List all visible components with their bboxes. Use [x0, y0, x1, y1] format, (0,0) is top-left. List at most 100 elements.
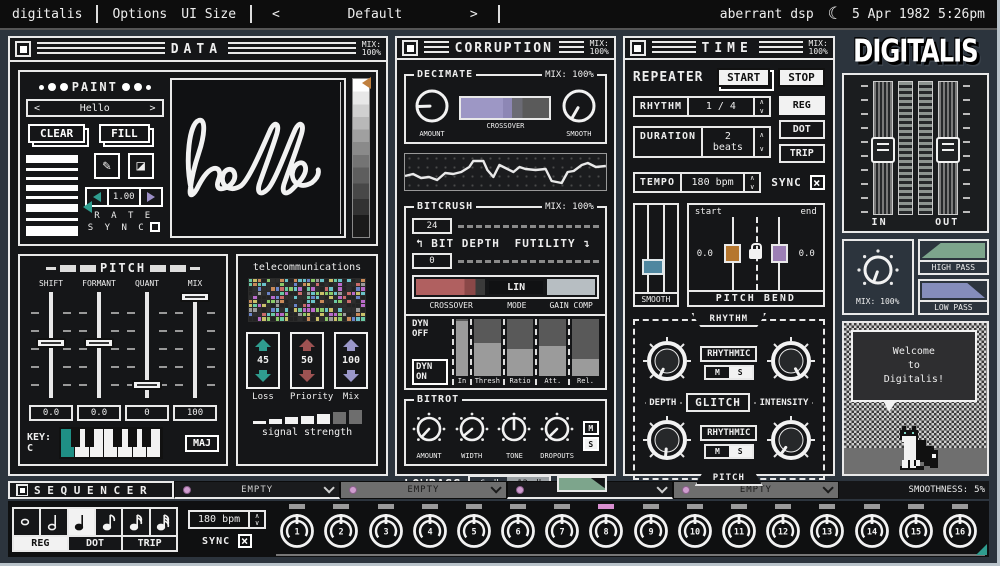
time-mode-dot[interactable]: DOT [778, 120, 825, 139]
preset-next-button[interactable]: > [464, 7, 484, 22]
step-knob-3[interactable]: 3 [367, 504, 405, 551]
step-knob-4[interactable]: 4 [411, 504, 449, 551]
glitch-rhythm-rhythmic-button[interactable]: RHYTHMIC [700, 346, 758, 362]
output-fader-handle[interactable] [935, 137, 960, 164]
rhythm-down[interactable]: ∨ [755, 107, 769, 116]
decimate-crossover-display[interactable]: CROSSOVER [459, 96, 552, 130]
glitch-pitch-depth-knob[interactable] [641, 414, 693, 470]
piano-key-selector[interactable] [59, 427, 164, 459]
sequencer-slot-1[interactable]: EMPTY [174, 481, 341, 499]
repeater-stop-button[interactable]: STOP [778, 68, 825, 87]
dyn-fader-att[interactable]: Att. [535, 319, 568, 385]
step-knob-12[interactable]: 12 [764, 504, 802, 551]
bitrot-s-button[interactable]: S [582, 437, 599, 451]
brush-size-option[interactable] [26, 217, 78, 221]
global-mix-knob[interactable]: MIX: 100% [841, 239, 914, 315]
slider-track[interactable] [29, 290, 73, 400]
knob[interactable] [414, 88, 450, 128]
smooth-slider-handle[interactable] [641, 258, 664, 275]
paint-canvas[interactable] [169, 78, 346, 238]
time-mix-readout[interactable]: MIX: 100% [809, 40, 828, 56]
clear-button[interactable]: CLEAR [28, 124, 86, 143]
paint-preset-next[interactable]: > [143, 103, 161, 114]
repeater-start-button[interactable]: START [717, 68, 771, 87]
data-mix-readout[interactable]: MIX: 100% [362, 41, 381, 57]
glitch-rhythm-intensity-knob[interactable] [765, 335, 817, 391]
glitch-rhythm-m[interactable]: M [706, 367, 729, 378]
sequencer-sync-checkbox[interactable]: × [238, 534, 253, 548]
threshold-gradient-slider[interactable] [351, 77, 371, 238]
glitch-rhythm-depth-knob[interactable] [641, 335, 693, 391]
tempo-value[interactable]: 180 bpm [681, 172, 746, 193]
slider-handle[interactable] [180, 291, 210, 302]
bitrot-tone-knob[interactable]: TONE [497, 412, 531, 460]
step-knob-15[interactable]: 15 [897, 504, 935, 551]
sequencer-mode-reg[interactable]: REG [14, 536, 69, 550]
scale-button[interactable]: MAJ [184, 434, 219, 452]
pitchbend-end-handle[interactable] [771, 244, 789, 263]
glitch-pitch-m[interactable]: M [706, 446, 729, 457]
duration-value[interactable]: 2 beats [703, 126, 755, 158]
note-length-6[interactable] [150, 508, 176, 535]
app-menu[interactable]: digitalis [12, 7, 82, 22]
slider-value[interactable]: 0.0 [77, 405, 121, 421]
time-bypass-toggle[interactable] [629, 40, 646, 56]
tempo-up[interactable]: ∧ [745, 174, 759, 183]
glitch-pitch-rhythmic-button[interactable]: RHYTHMIC [700, 425, 758, 441]
sequencer-tempo-value[interactable]: 180 bpm [188, 510, 251, 529]
paint-sync-checkbox[interactable] [149, 222, 160, 232]
tempo-down[interactable]: ∨ [745, 183, 759, 192]
note-length-1[interactable] [14, 508, 42, 535]
brush-size-selector[interactable] [26, 153, 92, 238]
smoothness-readout[interactable]: SMOOTHNESS: 5% [839, 481, 989, 499]
decimate-smooth-knob[interactable]: SMOOTH [561, 88, 597, 138]
slider-value[interactable]: 0.0 [29, 405, 73, 421]
bitcrush-mode-button[interactable]: LIN [489, 280, 543, 294]
brush-size-option[interactable] [26, 204, 78, 213]
glitch-pitch-s[interactable]: S [728, 446, 752, 457]
piano-black-key[interactable] [142, 429, 152, 447]
spinner-value[interactable]: 45 [257, 352, 269, 369]
note-length-2[interactable] [41, 508, 69, 535]
note-length-4[interactable] [95, 508, 124, 535]
step-knob-1[interactable]: 1 [278, 504, 316, 551]
brush-size-option[interactable] [26, 196, 78, 200]
rhythm-value[interactable]: 1 / 4 [688, 96, 755, 117]
slider-track[interactable] [173, 290, 217, 400]
corruption-bypass-toggle[interactable] [402, 40, 418, 56]
rate-increase-button[interactable] [141, 189, 161, 205]
fill-button[interactable]: FILL [99, 124, 150, 143]
paint-preset-prev[interactable]: < [28, 103, 46, 114]
dyn-on-button[interactable]: DYN ON [412, 359, 448, 385]
step-knob-11[interactable]: 11 [720, 504, 758, 551]
step-knob-5[interactable]: 5 [455, 504, 493, 551]
slider-handle[interactable] [84, 337, 114, 348]
step-knob-7[interactable]: 7 [543, 504, 581, 551]
slider-handle[interactable] [36, 337, 66, 348]
dyn-fader-ratio[interactable]: Ratio [502, 319, 536, 385]
resize-handle[interactable] [976, 544, 987, 555]
piano-black-key[interactable] [127, 429, 137, 447]
input-gain-fader[interactable] [870, 81, 895, 215]
rate-value[interactable]: 1.00 [106, 189, 141, 205]
gradient-marker[interactable] [362, 77, 371, 89]
futility-slider[interactable]: 0 [412, 253, 599, 269]
knob[interactable] [561, 88, 597, 128]
bitrot-amount-knob[interactable]: AMOUNT [412, 412, 446, 460]
dyn-fader-in[interactable]: In [452, 319, 470, 385]
decimate-amount-knob[interactable]: AMOUNT [414, 88, 450, 138]
sequencer-mode-trip[interactable]: TRIP [123, 536, 177, 550]
dyn-off-button[interactable]: DYN OFF [412, 319, 448, 339]
dyn-fader-thresh[interactable]: Thresh [470, 319, 503, 385]
options-menu[interactable]: Options [112, 7, 167, 22]
paint-preset-select[interactable]: < Hello > [26, 99, 164, 117]
duration-down[interactable]: ∨ [755, 142, 769, 156]
fader-bar[interactable] [539, 319, 567, 376]
spinner-value[interactable]: 100 [342, 352, 360, 369]
glitch-rhythm-s[interactable]: S [728, 367, 752, 378]
bitrot-dropouts-knob[interactable]: DROPOUTS [540, 412, 574, 460]
seq-tempo-down[interactable]: ∨ [250, 520, 264, 528]
spinner-up-button[interactable] [336, 334, 366, 352]
lock-icon[interactable] [749, 242, 763, 259]
step-knob-2[interactable]: 2 [322, 504, 360, 551]
